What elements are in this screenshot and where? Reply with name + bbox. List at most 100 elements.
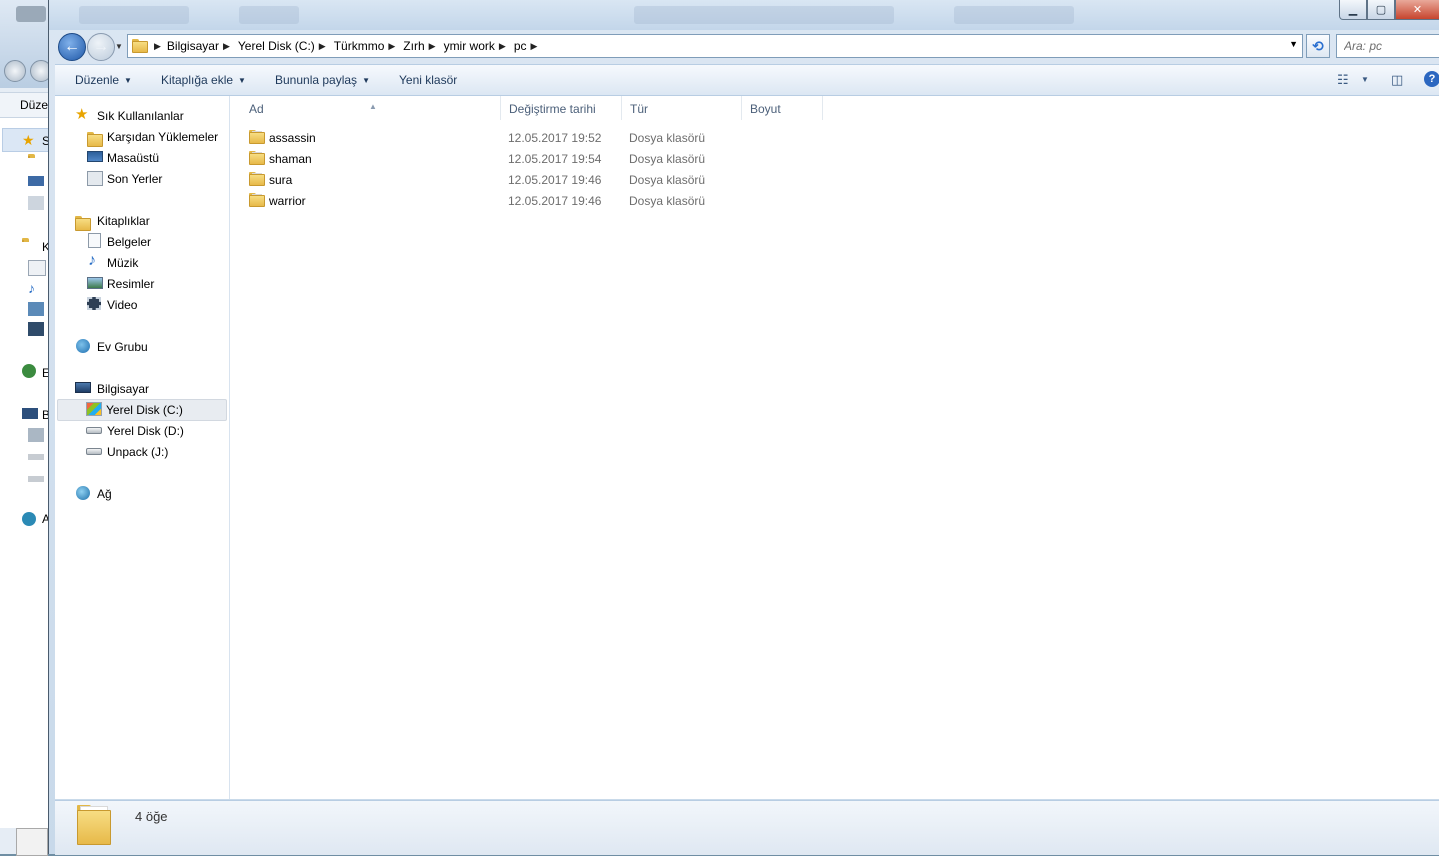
view-options-dropdown[interactable]: ▼	[1361, 75, 1369, 84]
nav-item-drive-c[interactable]: Yerel Disk (C:)	[57, 399, 227, 421]
chevron-right-icon[interactable]: ▶	[154, 41, 161, 52]
breadcrumb-label[interactable]: Türkmmo	[334, 39, 385, 53]
video-icon	[87, 297, 101, 310]
star-icon: ★	[75, 106, 89, 123]
refresh-button[interactable]: ⟲	[1306, 34, 1330, 58]
file-row[interactable]: assassin 12.05.2017 19:52 Dosya klasörü	[230, 127, 830, 148]
nav-item-pictures[interactable]: Resimler	[55, 274, 229, 294]
nav-item-downloads[interactable]: Karşıdan Yüklemeler	[55, 127, 229, 147]
file-row[interactable]: sura 12.05.2017 19:46 Dosya klasörü	[230, 169, 830, 190]
chevron-right-icon[interactable]: ▶	[388, 41, 395, 52]
drive-icon	[28, 454, 44, 460]
file-row[interactable]: shaman 12.05.2017 19:54 Dosya klasörü	[230, 148, 830, 169]
documents-icon	[88, 233, 101, 248]
recent-places-icon	[87, 171, 103, 186]
breadcrumb-item[interactable]: Bilgisayar ▶	[167, 39, 236, 53]
column-header-name[interactable]: Ad ▲	[242, 96, 501, 120]
nav-label: Bilgisayar	[97, 382, 150, 396]
nav-computer[interactable]: Bilgisayar	[55, 379, 229, 399]
title-bar: ▁ ▢ ✕	[49, 0, 1439, 30]
nav-label: Resimler	[107, 277, 155, 291]
chevron-right-icon[interactable]: ▶	[223, 41, 230, 52]
homegroup-icon	[22, 364, 36, 378]
music-icon: ♪	[28, 280, 35, 296]
file-modified: 12.05.2017 19:54	[508, 152, 602, 166]
navigation-bar: ← → ▼ ▶ Bilgisayar ▶ Yerel Disk (C:) ▶ Tür…	[49, 30, 1439, 62]
file-list: Ad ▲ Değiştirme tarihi Tür Boyut assassi…	[230, 96, 1439, 799]
downloads-icon	[87, 131, 103, 147]
add-to-library-button[interactable]: Kitaplığa ekle ▼	[161, 73, 246, 87]
nav-favorites[interactable]: ★ Sık Kullanılanlar	[55, 106, 229, 126]
pictures-icon	[28, 302, 44, 316]
nav-network[interactable]: Ağ	[55, 484, 229, 504]
search-box[interactable]	[1336, 34, 1439, 58]
file-name: shaman	[269, 152, 312, 166]
background-nav-pane: ★ S K ♪ E B A	[0, 118, 54, 828]
address-history-dropdown[interactable]: ▼	[1289, 39, 1298, 49]
nav-label: Masaüstü	[107, 151, 160, 165]
nav-label: Kitaplıklar	[97, 214, 150, 228]
organize-button[interactable]: Düzenle ▼	[75, 73, 132, 87]
column-header-size[interactable]: Boyut	[743, 96, 823, 120]
minimize-button[interactable]: ▁	[1339, 0, 1367, 20]
preview-pane-icon[interactable]: ◫	[1391, 72, 1403, 88]
chevron-right-icon[interactable]: ▶	[531, 41, 538, 52]
breadcrumb-item[interactable]: pc ▶	[514, 39, 544, 53]
nav-item-video[interactable]: Video	[55, 295, 229, 315]
breadcrumb-label[interactable]: Bilgisayar	[167, 39, 219, 53]
nav-item-recent[interactable]: Son Yerler	[55, 169, 229, 189]
nav-label: Karşıdan Yüklemeler	[107, 130, 219, 144]
change-view-icon[interactable]: ☷	[1337, 72, 1349, 88]
chevron-down-icon: ▼	[362, 75, 370, 85]
breadcrumb-item[interactable]: ymir work ▶	[444, 39, 512, 53]
column-label: Tür	[630, 102, 648, 116]
nav-item-drive-d[interactable]: Yerel Disk (D:)	[55, 421, 229, 441]
nav-item-music[interactable]: ♪ Müzik	[55, 253, 229, 273]
forward-button[interactable]: →	[87, 33, 115, 61]
nav-item-documents[interactable]: Belgeler	[55, 232, 229, 252]
share-with-button[interactable]: Bununla paylaş ▼	[275, 73, 370, 87]
chevron-right-icon[interactable]: ▶	[499, 41, 506, 52]
back-button[interactable]: ←	[58, 33, 86, 61]
address-bar[interactable]: ▶ Bilgisayar ▶ Yerel Disk (C:) ▶ Türkmmo ▶ …	[127, 34, 1303, 58]
background-window-frame	[0, 0, 52, 88]
nav-item-desktop[interactable]: Masaüstü	[55, 148, 229, 168]
file-row[interactable]: warrior 12.05.2017 19:46 Dosya klasörü	[230, 190, 830, 211]
add-to-library-label: Kitaplığa ekle	[161, 73, 234, 87]
file-name: sura	[269, 173, 293, 187]
new-folder-button[interactable]: Yeni klasör	[399, 73, 457, 87]
navigation-pane: ★ Sık Kullanılanlar Karşıdan Yüklemeler …	[55, 96, 230, 799]
column-header-modified[interactable]: Değiştirme tarihi	[502, 96, 622, 120]
title-bar-blur	[954, 6, 1074, 24]
breadcrumb-label[interactable]: pc	[514, 39, 527, 53]
title-bar-blur	[634, 6, 894, 24]
star-icon: ★	[22, 132, 35, 148]
file-modified: 12.05.2017 19:46	[508, 173, 602, 187]
computer-icon	[22, 408, 38, 419]
search-input[interactable]	[1342, 36, 1439, 56]
nav-item-drive-j[interactable]: Unpack (J:)	[55, 442, 229, 462]
breadcrumb-item[interactable]: Yerel Disk (C:) ▶	[238, 39, 332, 53]
nav-homegroup[interactable]: Ev Grubu	[55, 337, 229, 357]
close-button[interactable]: ✕	[1395, 0, 1439, 20]
nav-libraries[interactable]: Kitaplıklar	[55, 211, 229, 231]
help-icon[interactable]: ?	[1424, 71, 1439, 87]
breadcrumb-label[interactable]: ymir work	[444, 39, 495, 53]
breadcrumb-label[interactable]: Zırh	[403, 39, 424, 53]
maximize-button[interactable]: ▢	[1367, 0, 1395, 20]
chevron-right-icon[interactable]: ▶	[319, 41, 326, 52]
breadcrumb-item[interactable]: Türkmmo ▶	[334, 39, 402, 53]
chevron-right-icon[interactable]: ▶	[429, 41, 436, 52]
recent-pages-dropdown[interactable]: ▼	[115, 42, 123, 51]
background-back-icon[interactable]	[4, 60, 26, 82]
organize-label: Düzenle	[75, 73, 120, 87]
network-icon	[22, 512, 36, 526]
nav-label: Ev Grubu	[97, 340, 148, 354]
column-header-type[interactable]: Tür	[623, 96, 742, 120]
folder-icon	[77, 805, 111, 845]
breadcrumb-item[interactable]: Zırh ▶	[403, 39, 441, 53]
nav-label: Son Yerler	[107, 172, 163, 186]
nav-label: Yerel Disk (C:)	[106, 403, 183, 417]
recent-places-icon	[28, 196, 44, 210]
breadcrumb-label[interactable]: Yerel Disk (C:)	[238, 39, 315, 53]
